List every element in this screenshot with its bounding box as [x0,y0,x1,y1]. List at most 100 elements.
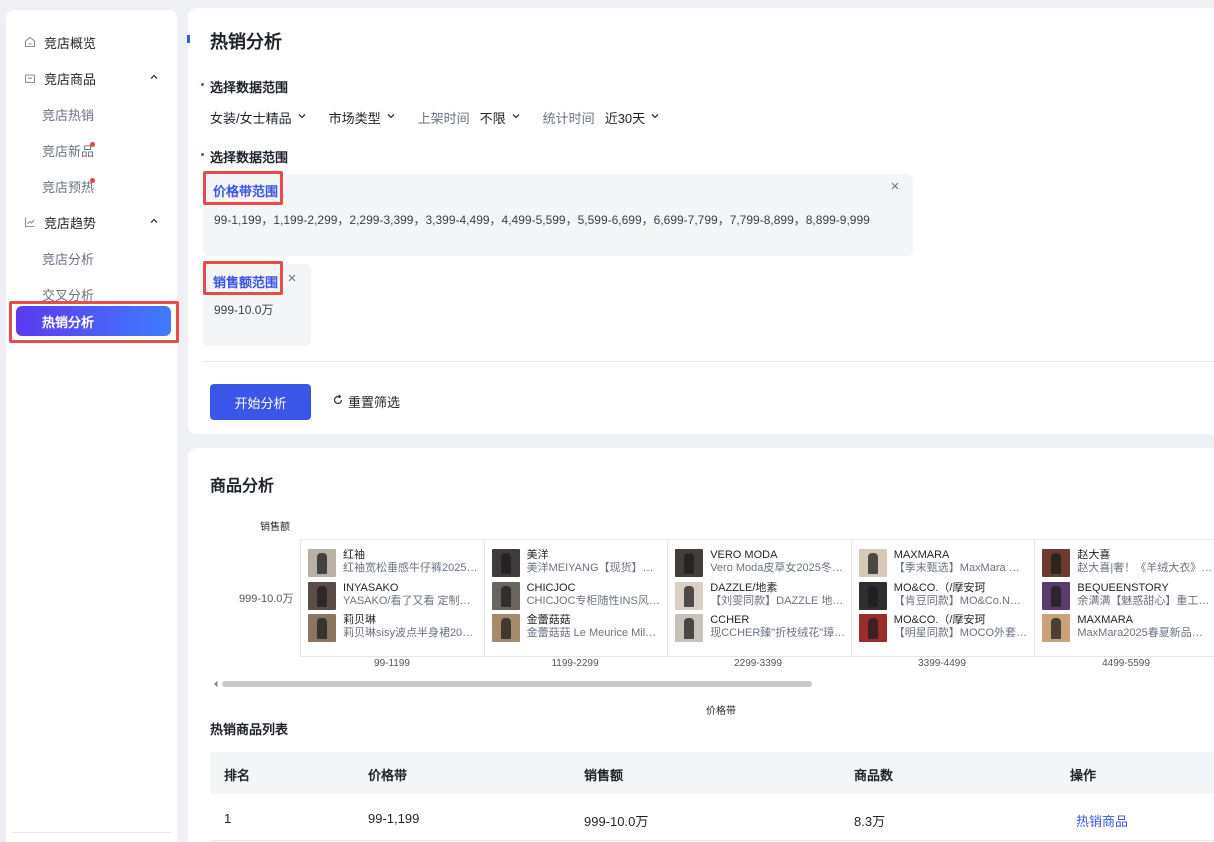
product-info: MAXMARA MaxMara2025春夏新品女… [1077,614,1212,640]
product-thumbnail [1042,549,1071,577]
chevron-up-icon[interactable] [149,72,159,85]
price-sales-matrix: 红袖 红袖宽松垂感牛仔裤2025… INYASAKO YASAKO/看了又看 定制… 莉… [300,539,1214,657]
product-info: BEQUEENSTORY 余满满【魅惑甜心】重工… [1077,582,1212,608]
product-brand: INYASAKO [343,581,399,594]
listing-time-value: 不限 [479,111,506,126]
product-item[interactable]: 红袖 红袖宽松垂感牛仔裤2025… [308,549,484,582]
product-item[interactable]: MAXMARA MaxMara2025春夏新品女… [1042,614,1214,647]
product-desc: 【季末甄选】MaxMara 秋… [893,562,1029,574]
product-item[interactable]: INYASAKO YASAKO/看了又看 定制… [308,581,484,615]
chevron-up-icon[interactable] [149,216,159,229]
product-thumbnail [308,614,336,642]
product-item[interactable]: MO&CO.（/摩安珂 【明星同款】MOCO外套… [858,614,1035,647]
product-thumbnail [858,581,887,610]
stat-time-select[interactable]: 统计时间 近30天 [543,108,660,127]
product-desc: 【刘雯同款】DAZZLE 地… [710,594,844,607]
sidebar-group-label: 竞店趋势 [44,215,97,231]
product-desc: 【肯豆同款】MO&Co.NO… [893,594,1029,607]
product-item[interactable]: VERO MODA Vero Moda皮草女2025冬… [675,549,851,582]
product-item[interactable]: 美洋 美洋MEIYANG【现货】… [491,549,668,582]
analysis-title: 商品分析 [210,478,275,495]
scroll-left-icon[interactable] [213,680,219,690]
product-desc: 莉贝琳sisy波点半身裙202… [343,627,478,639]
product-desc: CHICJOC专柜随性INS风… [526,594,660,607]
sidebar-item-label: 热销分析 [42,314,95,330]
category-select[interactable]: 女装/女士精品 [210,108,307,127]
sidebar-item-label: 竞店概览 [44,35,97,51]
product-item[interactable]: BEQUEENSTORY 余满满【魅惑甜心】重工… [1042,581,1214,615]
stat-time-value: 近30天 [604,111,646,126]
start-analysis-button[interactable]: 开始分析 [210,384,311,420]
price-range-values: 99-1,199，1,199-2,299，2,299-3,399，3,399-4… [214,213,870,227]
reset-filter-button[interactable]: 重置筛选 [332,392,400,411]
product-brand: MO&CO.（/摩安珂 [893,614,986,626]
hot-products-link[interactable]: 热销商品 [1076,811,1128,830]
sidebar-item-hot[interactable]: 竞店热销 [6,96,177,132]
sidebar-item-overview[interactable]: 竞店概览 [6,24,177,60]
y-axis-value: 999-10.0万 [239,593,294,605]
product-info: CHICJOC CHICJOC专柜随性INS风… [527,582,662,608]
table-header: 排名 价格带 销售额 商品数 操作 [210,752,1214,794]
column-header-count: 商品数 [854,768,894,783]
sidebar-group-trend[interactable]: 竞店趋势 [6,204,177,240]
product-thumbnail [308,581,336,610]
product-thumbnail [491,614,520,642]
product-thumbnail [858,614,887,642]
sidebar-group-label: 竞店商品 [44,71,97,87]
product-info: CCHER 现CCHER臻"折枝绒花"璋… [710,614,845,640]
product-info: INYASAKO YASAKO/看了又看 定制… [343,582,478,608]
product-thumbnail [858,549,887,577]
matrix-cell: MAXMARA 【季末甄选】MaxMara 秋… MO&CO.（/摩安珂 【肯豆同款】… [852,540,1036,656]
close-icon[interactable] [287,272,297,286]
product-brand: MO&CO.（/摩安珂 [893,581,986,594]
listing-time-select[interactable]: 上架时间 不限 [418,108,521,127]
product-desc: 金蕾菇菇 Le Meurice Mila… [526,627,662,639]
product-brand: 美洋 [526,549,549,561]
sidebar-item-hot-analysis[interactable]: 热销分析 [16,306,171,336]
divider [203,361,1214,362]
product-desc: 现CCHER臻"折枝绒花"璋… [710,627,846,639]
product-item[interactable]: 金蕾菇菇 金蕾菇菇 Le Meurice Mila… [491,614,668,647]
product-item[interactable]: 莉贝琳 莉贝琳sisy波点半身裙202… [308,614,484,647]
matrix-cell: 赵大喜 赵大喜|奢！《羊绒大衣》… BEQUEENSTORY 余满满【魅惑甜心】重工…… [1035,540,1214,656]
product-info: 美洋 美洋MEIYANG【现货】… [527,549,662,575]
sidebar-item-analysis[interactable]: 竞店分析 [6,240,177,276]
product-item[interactable]: CHICJOC CHICJOC专柜随性INS风… [491,581,668,615]
sidebar-item-new[interactable]: 竞店新品 [6,132,177,168]
notification-dot [90,142,95,147]
reset-filter-label: 重置筛选 [348,395,401,410]
market-type-select[interactable]: 市场类型 [329,108,396,127]
product-brand: MAXMARA [893,549,950,561]
sidebar-item-label: 竞店热销 [42,107,95,123]
trend-chart-icon [24,216,36,228]
product-item[interactable]: CCHER 现CCHER臻"折枝绒花"璋… [675,614,851,647]
listing-time-label: 上架时间 [417,111,470,126]
product-brand: MAXMARA [1077,614,1133,626]
sidebar-item-preheat[interactable]: 竞店预热 [6,168,177,204]
notification-dot [90,178,95,183]
product-thumbnail [491,581,520,610]
product-desc: YASAKO/看了又看 定制… [343,594,471,607]
product-desc: 美洋MEIYANG【现货】… [526,562,654,574]
product-info: 莉贝琳 莉贝琳sisy波点半身裙202… [343,614,478,640]
price-range-title: 价格带范围 [213,184,279,199]
sidebar-item-label: 竞店分析 [42,251,95,267]
column-header-price: 价格带 [368,768,408,783]
chevron-down-icon [650,111,660,124]
product-brand: 莉贝琳 [343,614,376,626]
category-value: 女装/女士精品 [210,111,292,126]
x-tick-label: 1199-2299 [551,658,599,669]
product-item[interactable]: MAXMARA 【季末甄选】MaxMara 秋… [858,549,1035,582]
sales-range-values: 999-10.0万 [214,303,274,317]
product-brand: 赵大喜 [1077,549,1111,561]
product-brand: 金蕾菇菇 [526,614,571,626]
sidebar-group-goods[interactable]: 竞店商品 [6,60,177,96]
product-thumbnail [1042,581,1071,610]
horizontal-scrollbar[interactable] [222,681,812,687]
product-item[interactable]: MO&CO.（/摩安珂 【肯豆同款】MO&Co.NO… [858,581,1035,615]
chevron-down-icon [386,111,396,124]
cell-count: 8.3万 [854,814,886,829]
product-item[interactable]: DAZZLE/地素 【刘雯同款】DAZZLE 地… [675,581,851,615]
close-icon[interactable] [890,180,900,194]
product-item[interactable]: 赵大喜 赵大喜|奢！《羊绒大衣》… [1042,549,1214,582]
